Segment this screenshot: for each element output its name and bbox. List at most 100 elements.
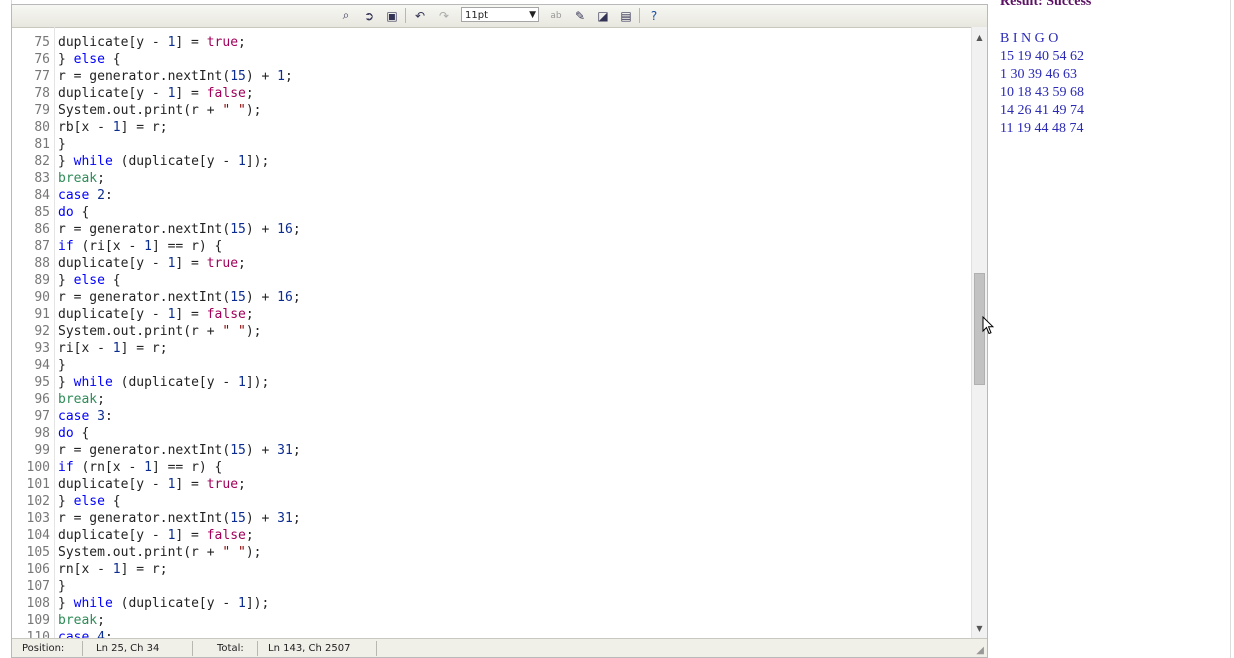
code-text: r = generator.nextInt(15) + 16;: [58, 222, 301, 237]
code-text: duplicate[y - 1] = false;: [58, 528, 254, 543]
status-separator: [257, 641, 258, 656]
code-text: break;: [58, 392, 105, 407]
undo-icon[interactable]: ↶: [411, 7, 429, 24]
line-number: 80: [34, 120, 50, 135]
binoculars-icon[interactable]: ⌕: [337, 7, 355, 24]
code-text: r = generator.nextInt(15) + 31;: [58, 511, 301, 526]
line-number: 76: [34, 52, 50, 67]
resize-grip-icon[interactable]: ◢: [976, 645, 984, 656]
status-separator: [82, 641, 83, 656]
code-text: System.out.print(r + " ");: [58, 545, 262, 560]
line-number: 89: [34, 273, 50, 288]
code-text: duplicate[y - 1] = true;: [58, 256, 246, 271]
position-label: Position:: [22, 643, 65, 654]
font-size-select[interactable]: 11pt ▼: [461, 7, 539, 22]
result-line: 11 19 44 48 74: [1000, 121, 1084, 136]
chevron-down-icon: ▼: [529, 10, 536, 20]
toolbar-separator: [639, 8, 640, 23]
code-text: } else {: [58, 494, 121, 509]
highlight-icon[interactable]: ✎: [571, 7, 589, 24]
result-line: 15 19 40 54 62: [1000, 49, 1084, 64]
scroll-up-icon[interactable]: ▲: [972, 29, 987, 45]
code-text: } while (duplicate[y - 1]);: [58, 375, 270, 390]
code-area[interactable]: 75 duplicate[y - 1] = true; 76} else {77 r …: [12, 27, 970, 638]
line-number: 108: [26, 596, 50, 611]
code-text: break;: [58, 613, 105, 628]
code-text: break;: [58, 171, 105, 186]
save-icon[interactable]: ▤: [617, 7, 635, 24]
goto-icon[interactable]: ➲: [360, 7, 378, 24]
line-number: 86: [34, 222, 50, 237]
code-text: rn[x - 1] = r;: [58, 562, 168, 577]
line-number: 110: [26, 630, 50, 638]
line-number: 82: [34, 154, 50, 169]
code-text: case 4:: [58, 630, 113, 638]
line-number: 104: [26, 528, 50, 543]
code-text: case 3:: [58, 409, 113, 424]
code-text: duplicate[y - 1] = false;: [58, 307, 254, 322]
mouse-cursor-icon: [982, 316, 994, 335]
code-text: } while (duplicate[y - 1]);: [58, 596, 270, 611]
line-number: 94: [34, 358, 50, 373]
code-text: }: [58, 579, 66, 594]
code-text: if (rn[x - 1] == r) {: [58, 460, 223, 475]
line-number: 100: [26, 460, 50, 475]
code-text: } else {: [58, 273, 121, 288]
result-output: B I N G O 15 19 40 54 62 1 30 39 46 63 10 1…: [1000, 30, 1084, 138]
code-text: System.out.print(r + " ");: [58, 324, 262, 339]
code-text: ri[x - 1] = r;: [58, 341, 168, 356]
line-number: 85: [34, 205, 50, 220]
line-number: 81: [34, 137, 50, 152]
line-number: 93: [34, 341, 50, 356]
line-number: 107: [26, 579, 50, 594]
right-frame: [1230, 0, 1231, 658]
line-number: 97: [34, 409, 50, 424]
result-line: 1 30 39 46 63: [1000, 67, 1077, 82]
result-title: Result: Success: [1000, 0, 1092, 9]
help-icon[interactable]: ?: [645, 7, 663, 24]
eraser-icon[interactable]: ◪: [594, 7, 612, 24]
code-text: } else {: [58, 52, 121, 67]
code-text: r = generator.nextInt(15) + 1;: [58, 69, 293, 84]
result-line: 10 18 43 59 68: [1000, 85, 1084, 100]
status-separator: [376, 641, 377, 656]
line-number: 106: [26, 562, 50, 577]
line-number: 98: [34, 426, 50, 441]
line-number: 96: [34, 392, 50, 407]
line-number: 84: [34, 188, 50, 203]
gutter-divider: [54, 27, 55, 638]
code-text: case 2:: [58, 188, 113, 203]
line-number: 79: [34, 103, 50, 118]
line-number: 101: [26, 477, 50, 492]
status-separator: [192, 641, 193, 656]
result-line: 14 26 41 49 74: [1000, 103, 1084, 118]
code-editor: ⌕ ➲ ▣ ↶ ↷ 11pt ▼ ab ✎ ◪ ▤ ? 75 duplicate[…: [11, 4, 988, 658]
scroll-down-icon[interactable]: ▼: [972, 620, 987, 636]
redo-icon[interactable]: ↷: [435, 7, 453, 24]
code-text: }: [58, 358, 66, 373]
code-text: r = generator.nextInt(15) + 16;: [58, 290, 301, 305]
window-icon[interactable]: ▣: [383, 7, 401, 24]
code-text: if (ri[x - 1] == r) {: [58, 239, 223, 254]
line-number: 77: [34, 69, 50, 84]
line-number: 95: [34, 375, 50, 390]
toolbar-separator: [405, 8, 406, 23]
code-text: System.out.print(r + " ");: [58, 103, 262, 118]
line-number: 105: [26, 545, 50, 560]
position-value: Ln 25, Ch 34: [96, 643, 160, 654]
code-text: r = generator.nextInt(15) + 31;: [58, 443, 301, 458]
line-number: 91: [34, 307, 50, 322]
line-number: 83: [34, 171, 50, 186]
total-label: Total:: [217, 643, 244, 654]
total-value: Ln 143, Ch 2507: [268, 643, 351, 654]
code-text: do {: [58, 205, 90, 220]
code-text: duplicate[y - 1] = true;: [58, 35, 246, 50]
code-text: duplicate[y - 1] = false;: [58, 86, 254, 101]
line-number: 87: [34, 239, 50, 254]
spellcheck-icon[interactable]: ab: [547, 7, 565, 24]
code-text: } while (duplicate[y - 1]);: [58, 154, 270, 169]
code-text: rb[x - 1] = r;: [58, 120, 168, 135]
code-text: do {: [58, 426, 90, 441]
line-number: 109: [26, 613, 50, 628]
line-number: 92: [34, 324, 50, 339]
